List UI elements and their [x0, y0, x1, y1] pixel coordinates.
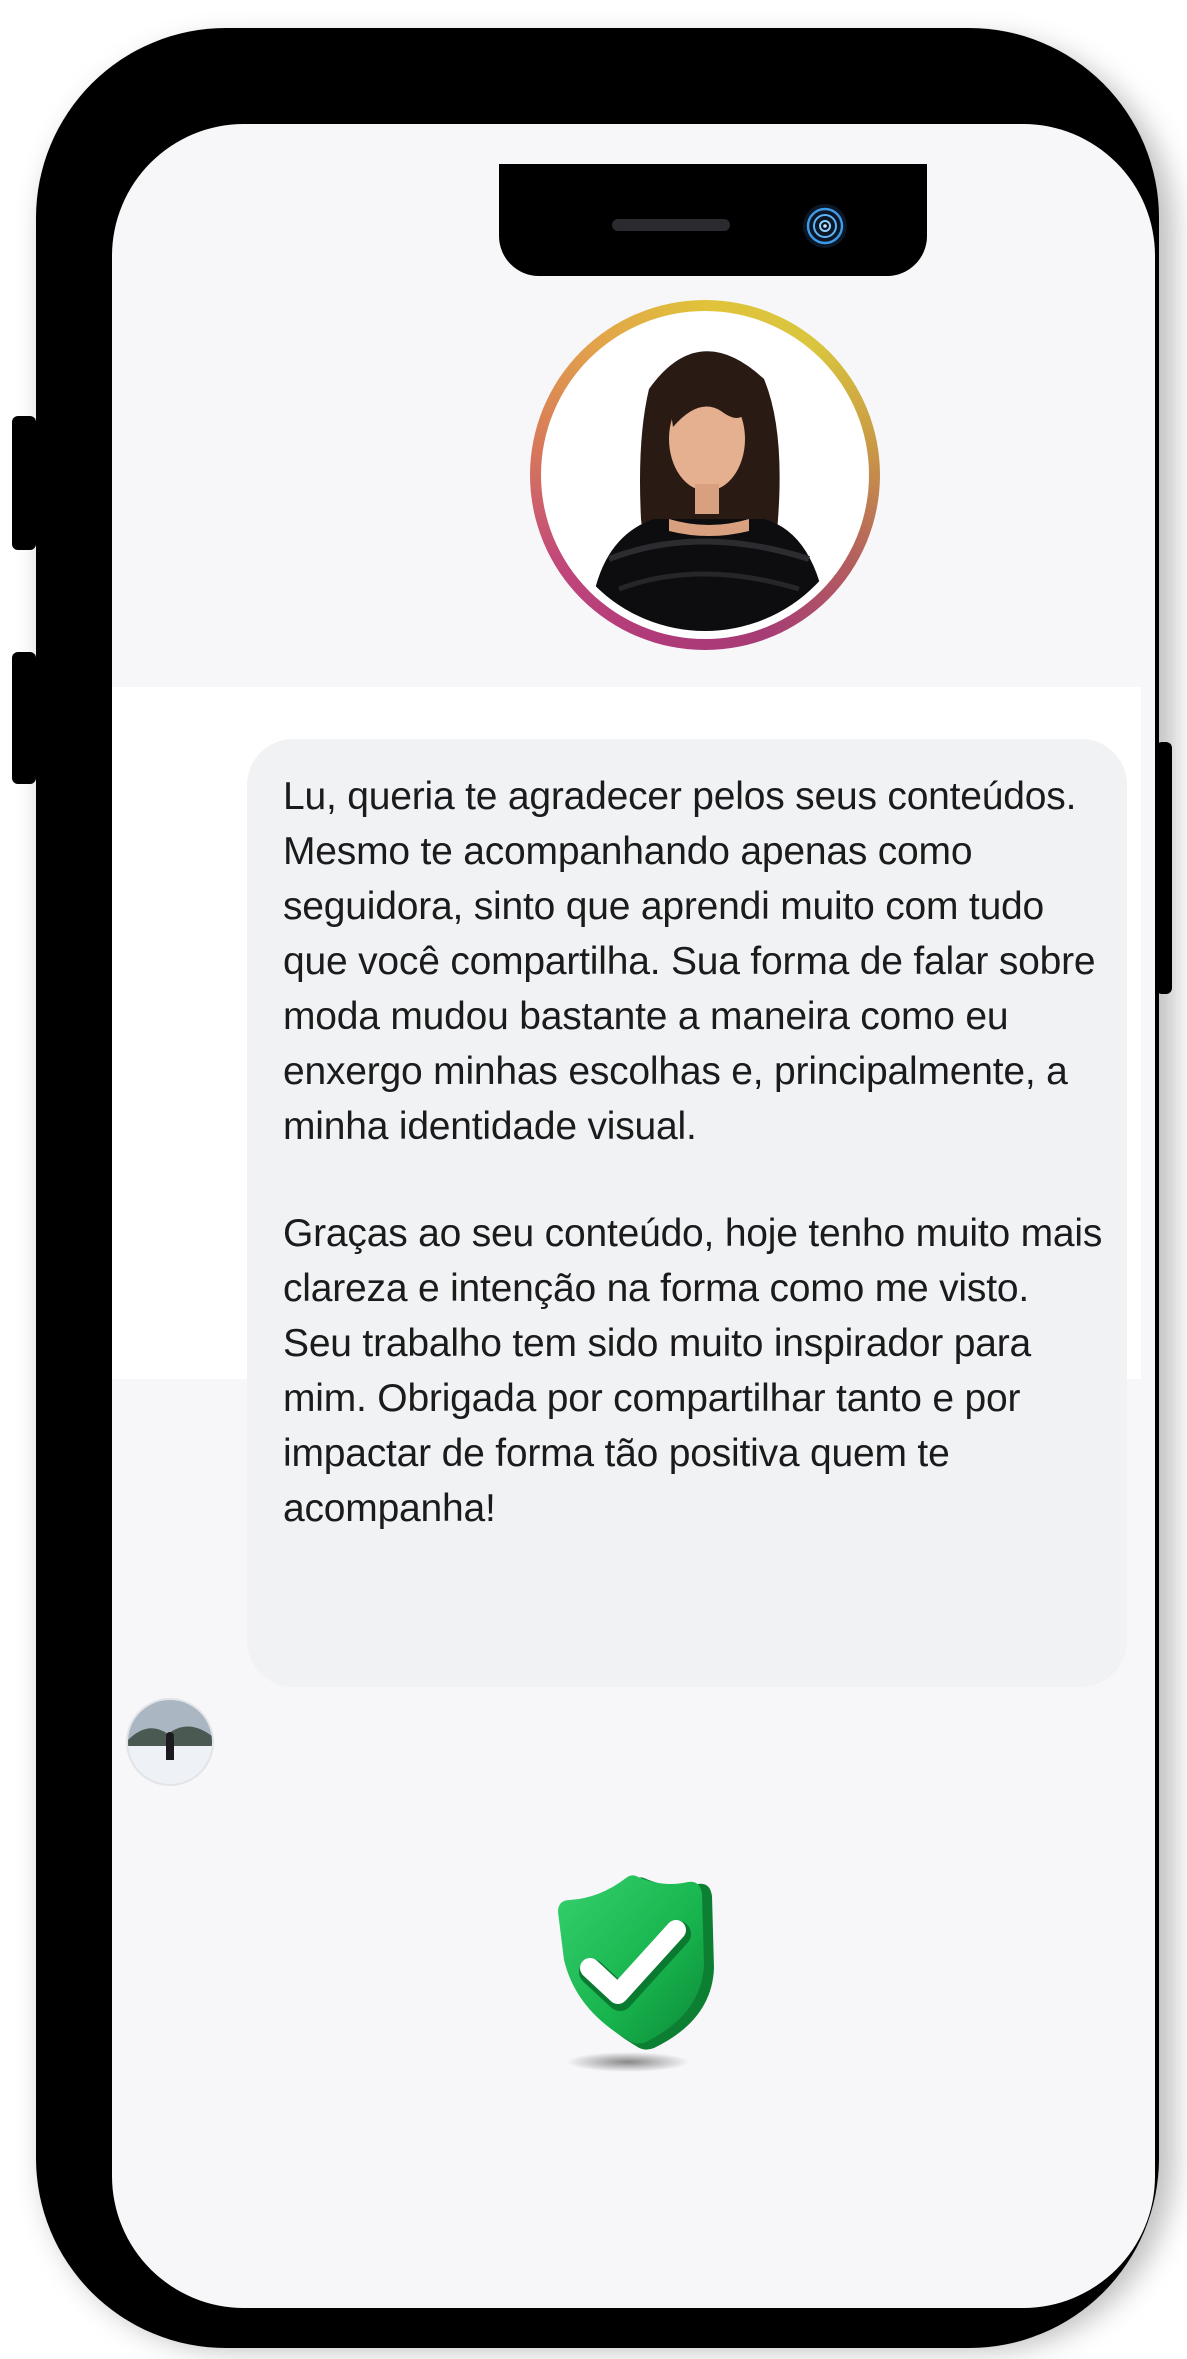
phone-screen: Lu, queria te agradecer pelos seus conte…: [112, 124, 1155, 2308]
phone-frame: Lu, queria te agradecer pelos seus conte…: [36, 28, 1159, 2348]
front-camera-icon: [803, 204, 847, 248]
profile-avatar-icon: [549, 319, 861, 631]
message-bubble[interactable]: Lu, queria te agradecer pelos seus conte…: [247, 739, 1127, 1687]
profile-story-ring[interactable]: [530, 300, 880, 650]
message-paragraph-1: Lu, queria te agradecer pelos seus conte…: [283, 775, 1096, 1148]
volume-up-button: [12, 416, 36, 550]
volume-down-button: [12, 652, 36, 784]
verified-shield-check-icon: [536, 1872, 731, 2077]
message-paragraph-2: Graças ao seu conteúdo, hoje tenho muito…: [283, 1212, 1103, 1530]
notch: [499, 164, 927, 276]
earpiece-speaker: [612, 219, 730, 231]
sender-avatar-icon[interactable]: [126, 1698, 214, 1786]
profile-avatar-border: [541, 311, 869, 639]
